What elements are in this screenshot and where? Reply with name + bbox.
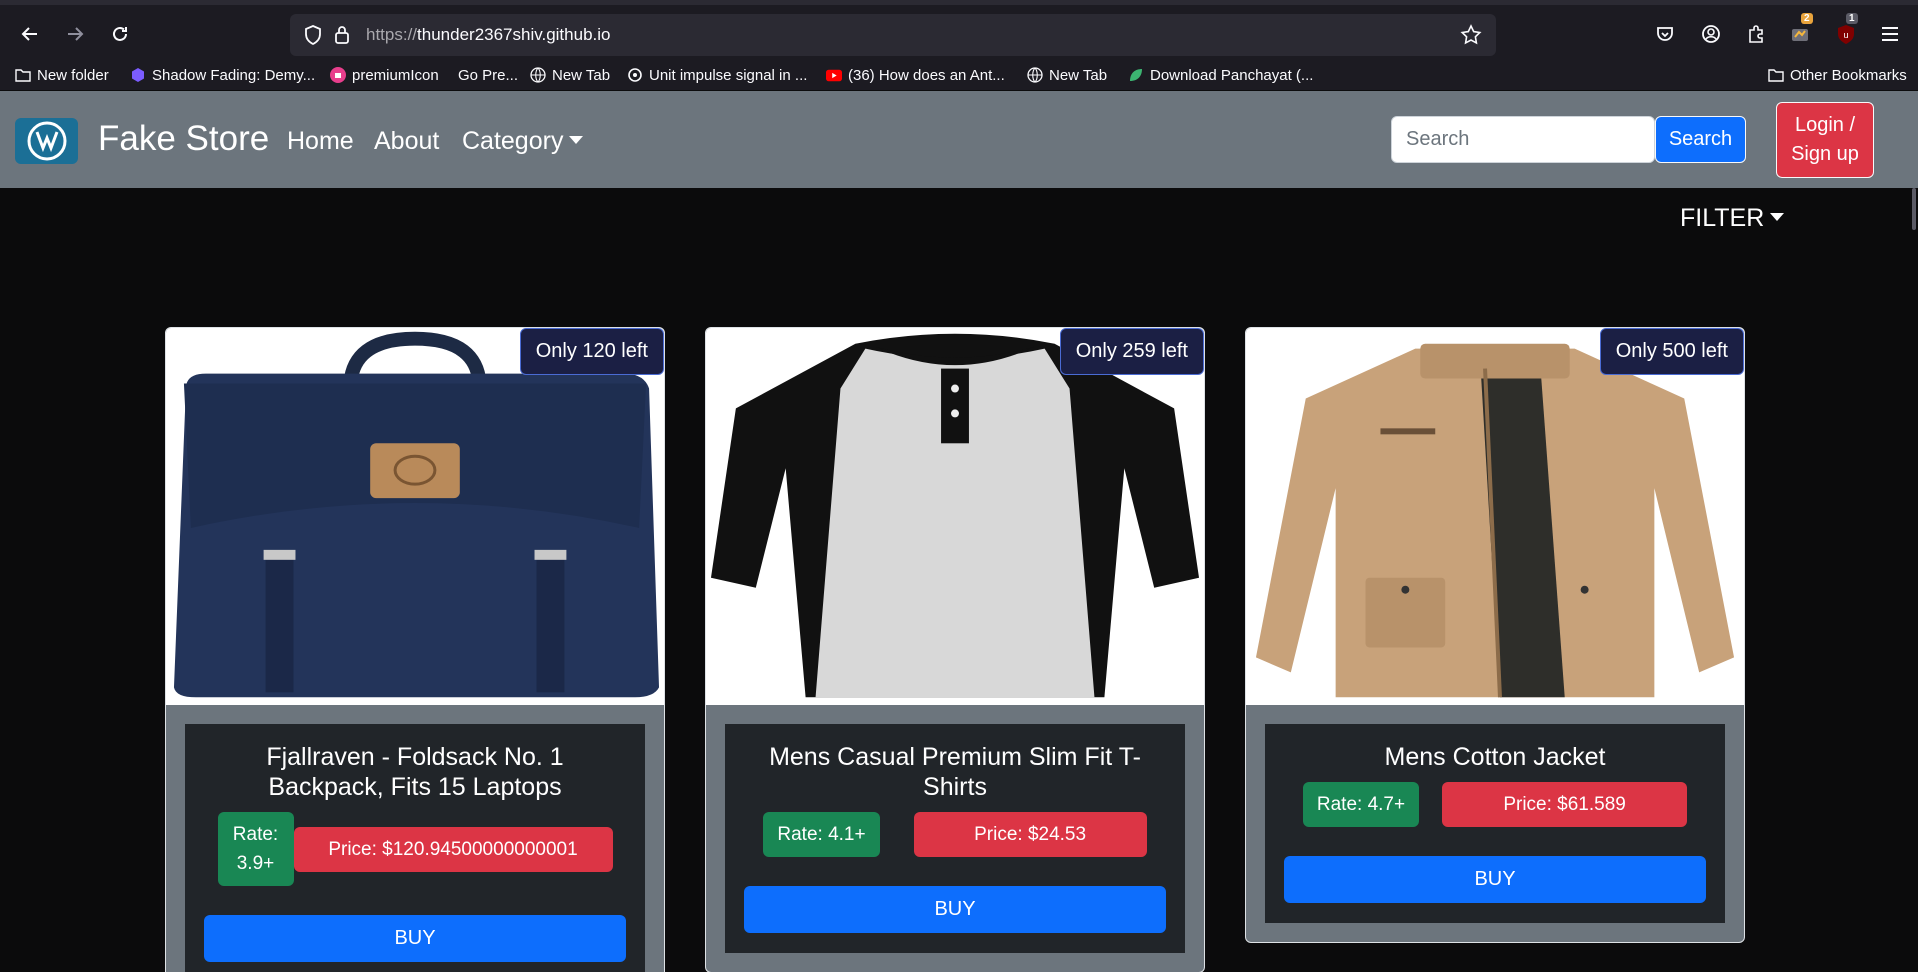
product-image-tshirt[interactable]: Only 259 left xyxy=(706,328,1204,705)
reload-button[interactable] xyxy=(105,19,135,49)
shield-icon xyxy=(305,25,321,45)
product-info: Mens Cotton Jacket Rate: 4.7+ Price: $61… xyxy=(1265,724,1725,923)
extension-button-1[interactable] xyxy=(1787,20,1815,48)
product-title: Mens Cotton Jacket xyxy=(1384,743,1606,771)
product-image-backpack[interactable]: Only 120 left xyxy=(166,328,664,705)
bookmark-download-panchayat[interactable]: Download Panchayat (... xyxy=(1128,64,1313,86)
vw-logo-icon[interactable] xyxy=(15,118,78,164)
svg-text:u: u xyxy=(1843,30,1848,40)
forward-button[interactable] xyxy=(60,19,90,49)
product-title: Mens Casual Premium Slim Fit T-Shirts xyxy=(769,743,1141,801)
back-button[interactable] xyxy=(15,19,45,49)
extensions-button[interactable] xyxy=(1742,20,1770,48)
bookmark-new-folder[interactable]: New folder xyxy=(15,64,109,86)
login-signup-button[interactable]: Login / Sign up xyxy=(1776,102,1874,178)
url-text: https://thunder2367shiv.github.io xyxy=(366,25,611,44)
account-icon xyxy=(1702,25,1720,43)
pocket-button[interactable] xyxy=(1651,20,1679,48)
bookmark-premiumicon[interactable]: premiumIcon xyxy=(330,64,439,86)
product-card: Only 120 left Fjallraven - Foldsack No. … xyxy=(165,327,665,972)
product-card: Only 500 left Mens Cotton Jacket Rate: 4… xyxy=(1245,327,1745,943)
leaf-icon xyxy=(1128,67,1144,83)
product-info: Fjallraven - Foldsack No. 1 Backpack, Fi… xyxy=(185,724,645,972)
youtube-icon xyxy=(826,67,842,83)
rating-badge: Rate: 3.9+ xyxy=(217,812,294,886)
price-badge: Price: $24.53 xyxy=(913,812,1147,857)
browser-toolbar: https://thunder2367shiv.github.io 2 u 1 xyxy=(0,0,1918,60)
stock-badge: Only 259 left xyxy=(1059,328,1204,375)
bookmarks-bar: New folder Shadow Fading: Demy... premiu… xyxy=(0,60,1918,91)
caret-down-icon xyxy=(569,136,584,145)
price-badge: Price: $61.589 xyxy=(1442,782,1688,827)
hamburger-menu-icon xyxy=(1882,27,1898,41)
brand-name[interactable]: Fake Store xyxy=(98,119,269,159)
bookmark-unit-impulse[interactable]: Unit impulse signal in ... xyxy=(627,64,807,86)
bookmark-go-pre[interactable]: Go Pre... xyxy=(458,64,518,86)
menu-button[interactable] xyxy=(1876,20,1904,48)
premiumicon-logo-icon xyxy=(330,67,346,83)
address-bar[interactable]: https://thunder2367shiv.github.io xyxy=(290,14,1496,56)
ublock-icon: u xyxy=(1838,25,1854,44)
price-row: Rate: 3.9+ Price: $120.94500000000001 xyxy=(204,812,626,886)
product-image-jacket[interactable]: Only 500 left xyxy=(1246,328,1744,705)
pocket-icon xyxy=(1657,27,1673,41)
buy-button[interactable]: BUY xyxy=(744,886,1166,933)
nav-about[interactable]: About xyxy=(374,127,439,156)
rating-badge: Rate: 4.1+ xyxy=(763,812,880,857)
search-input[interactable] xyxy=(1391,116,1655,163)
price-badge: Price: $120.94500000000001 xyxy=(293,826,613,872)
openai-logo-icon xyxy=(627,67,643,83)
extension-badge-1: 2 xyxy=(1801,13,1813,24)
bookmark-shadow-fading[interactable]: Shadow Fading: Demy... xyxy=(130,64,315,86)
globe-icon xyxy=(530,67,546,83)
filter-dropdown[interactable]: FILTER xyxy=(1680,204,1785,233)
hexagon-logo-icon xyxy=(130,67,146,83)
nav-home[interactable]: Home xyxy=(287,127,354,156)
bookmark-other-bookmarks[interactable]: Other Bookmarks xyxy=(1768,64,1907,86)
reload-icon xyxy=(113,26,127,41)
puzzle-icon xyxy=(1749,25,1763,43)
extension-icon xyxy=(1792,29,1808,41)
bookmark-new-tab-2[interactable]: New Tab xyxy=(1027,64,1107,86)
globe-icon xyxy=(1027,67,1043,83)
folder-icon xyxy=(15,67,31,83)
stock-badge: Only 120 left xyxy=(519,328,664,375)
page-scrollbar[interactable] xyxy=(1910,188,1918,972)
scrollbar-thumb[interactable] xyxy=(1912,188,1916,230)
site-navbar: Fake Store Home About Category Search Lo… xyxy=(0,91,1918,188)
product-title: Fjallraven - Foldsack No. 1 Backpack, Fi… xyxy=(266,743,564,801)
search-button[interactable]: Search xyxy=(1655,116,1746,163)
account-button[interactable] xyxy=(1697,20,1725,48)
bookmark-youtube[interactable]: (36) How does an Ant... xyxy=(826,64,1005,86)
stock-badge: Only 500 left xyxy=(1599,328,1744,375)
product-card: Only 259 left Mens Casual Premium Slim F… xyxy=(705,327,1205,972)
caret-down-icon xyxy=(1770,213,1785,222)
buy-button[interactable]: BUY xyxy=(204,915,626,962)
arrow-left-icon xyxy=(21,27,37,41)
extension-badge-2: 1 xyxy=(1846,13,1858,24)
ublock-button[interactable]: u xyxy=(1832,20,1860,48)
price-row: Rate: 4.1+ Price: $24.53 xyxy=(744,812,1166,857)
bookmark-star-icon[interactable] xyxy=(1460,24,1482,46)
bookmark-new-tab-1[interactable]: New Tab xyxy=(530,64,610,86)
folder-icon xyxy=(1768,67,1784,83)
buy-button[interactable]: BUY xyxy=(1284,856,1706,903)
lock-icon xyxy=(335,26,349,44)
nav-category-dropdown[interactable]: Category xyxy=(462,127,584,156)
arrow-right-icon xyxy=(68,27,84,41)
product-info: Mens Casual Premium Slim Fit T-Shirts Ra… xyxy=(725,724,1185,953)
rating-badge: Rate: 4.7+ xyxy=(1302,782,1420,827)
price-row: Rate: 4.7+ Price: $61.589 xyxy=(1284,782,1706,827)
